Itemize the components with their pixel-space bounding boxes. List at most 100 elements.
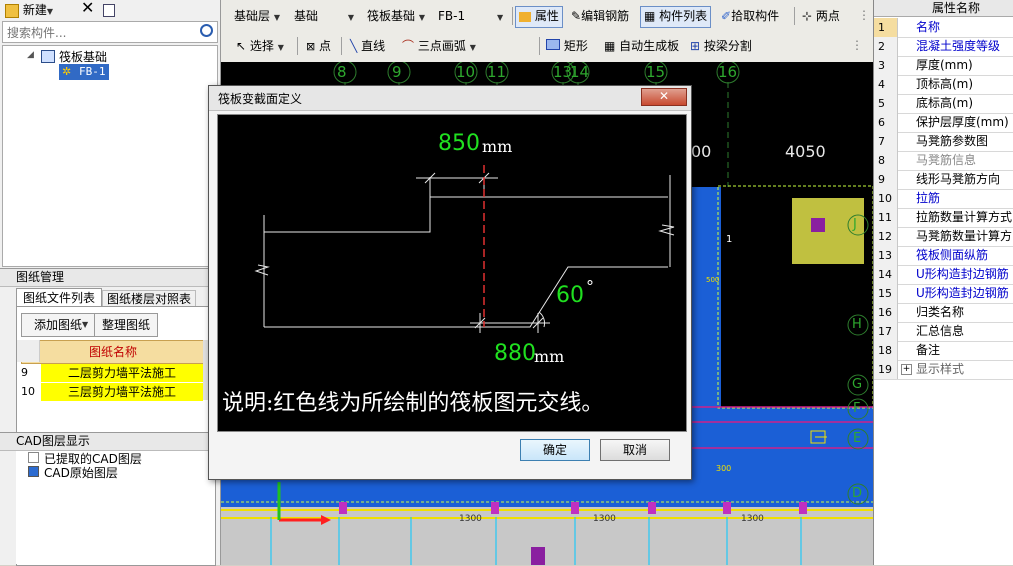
tree-root-label[interactable]: 筏板基础 [59,48,107,65]
row-number: 3 [874,56,898,75]
property-row[interactable]: 9 线形马凳筋方向 [874,170,1013,190]
new-button[interactable]: 新建▼ [2,0,56,20]
property-panel: 属性名称 1 名称 2 混凝土强度等级 3 厚度(mm) 4 顶标高(m) 5 底标高(m) 6 保护… [873,0,1013,565]
property-name: 归类名称 [916,305,965,319]
properties-button[interactable]: 属性 [515,6,563,28]
checkbox-icon[interactable] [28,452,39,463]
delete-icon[interactable]: ✕ [78,0,97,18]
search-icon[interactable] [200,24,213,37]
dialog-close-button[interactable]: ✕ [641,88,687,106]
tab-file-list[interactable]: 图纸文件列表 [16,288,102,307]
property-row[interactable]: 10 拉筋 [874,189,1013,209]
line-icon: ╲ [350,39,358,53]
bottom-marker [531,547,545,565]
property-row[interactable]: 12 马凳筋数量计算方 [874,227,1013,247]
dim-top-value: 850 [438,131,480,156]
pick-component-button[interactable]: ✐拾取构件 [718,6,782,26]
collapse-icon[interactable]: ◢ [27,50,34,60]
gear-icon: ✲ [62,65,72,78]
row-number: 10 [874,189,898,208]
pen-icon: ✎ [571,9,582,23]
select-button[interactable]: ↖ 选择 ▼ [233,36,287,56]
property-row[interactable]: 13 筏板侧面纵筋 [874,246,1013,266]
axis-label: E [853,431,862,446]
property-row[interactable]: 15 U形构造封边钢筋 [874,284,1013,304]
section-dialog: 筏板变截面定义 ✕ 850 mm 880 mm 60 ° 说明:红色线为所绘制的… [208,85,692,480]
drawing-manage-title: 图纸管理 ф × [0,268,234,287]
line-button[interactable]: ╲ 直线 [347,36,388,56]
row-number: 16 [874,303,898,322]
property-name: 马凳筋信息 [916,153,977,167]
property-row[interactable]: 14 U形构造封边钢筋 [874,265,1013,285]
ok-button[interactable]: 确定 [520,439,590,461]
two-point-button[interactable]: ⊹ 两点 [799,6,843,26]
edit-rebar-button[interactable]: ✎编辑钢筋 [568,6,632,26]
row-number: 1 [874,18,898,37]
property-name: 筏板侧面纵筋 [916,248,989,262]
row-number: 19 [874,360,898,379]
dimension-text: 4050 [785,142,826,161]
tree-item-fb1[interactable]: ✲ FB-1 [59,64,109,80]
toolbar-divider [512,7,513,25]
table-row[interactable]: 9 二层剪力墙平法施工 [17,364,203,382]
property-row[interactable]: 18 备注 [874,341,1013,361]
property-name: 顶标高(m) [916,77,974,91]
search-input[interactable] [5,23,194,43]
table-row[interactable]: 10 三层剪力墙平法施工 [17,383,203,401]
angle-value: 60 [556,283,584,308]
split-by-beam-button[interactable]: ⊞ 按梁分割 [687,36,755,56]
new-icon [5,3,19,18]
type-select[interactable]: 基础 ▼ [291,6,357,26]
dialog-titlebar[interactable]: 筏板变截面定义 ✕ [209,86,691,111]
slab-top-line [264,196,668,233]
more-icon[interactable]: ⋮ [851,38,863,52]
checkbox-icon[interactable] [28,466,39,477]
dimension-text: 500 [706,276,720,284]
component-list-button[interactable]: ▦ 构件列表 [640,6,712,28]
property-name: 线形马凳筋方向 [916,172,1001,186]
dialog-title: 筏板变截面定义 [218,92,303,106]
cancel-button[interactable]: 取消 [600,439,670,461]
expand-icon[interactable]: + [901,364,912,375]
property-row[interactable]: 7 马凳筋参数图 [874,132,1013,152]
chevron-down-icon[interactable]: ▼ [82,320,88,329]
property-row[interactable]: 19 显示样式 + [874,360,1013,380]
property-header: 属性名称 [874,0,1013,17]
foundation-band [221,507,873,565]
property-row[interactable]: 16 归类名称 [874,303,1013,323]
property-row[interactable]: 1 名称 [874,18,1013,38]
floor-select[interactable]: 基础层 ▼ [231,6,283,26]
auto-gen-button[interactable]: ▦ 自动生成板 [601,36,682,56]
dim-top-unit: mm [482,137,513,156]
point-button[interactable]: ⊠ 点 [303,36,334,56]
property-row[interactable]: 11 拉筋数量计算方式 [874,208,1013,228]
property-row[interactable]: 8 马凳筋信息 [874,151,1013,171]
grid-icon: ▦ [604,39,616,53]
arc-button[interactable]: ⌒ 三点画弧 ▼ [399,36,479,56]
row-number: 7 [874,132,898,151]
row-number: 5 [874,94,898,113]
property-row[interactable]: 4 顶标高(m) [874,75,1013,95]
property-row[interactable]: 2 混凝土强度等级 [874,37,1013,57]
axis-label: 9 [392,63,402,81]
rect-button[interactable]: 矩形 [543,36,591,56]
section-diagram [254,165,675,333]
property-row[interactable]: 5 底标高(m) [874,94,1013,114]
axis-label: H [852,317,862,332]
component-select[interactable]: FB-1 ▼ [435,6,506,26]
property-row[interactable]: 17 汇总信息 [874,322,1013,342]
property-row[interactable]: 3 厚度(mm) [874,56,1013,76]
more-icon[interactable]: ⋮ [858,8,870,22]
toolbar-divider [539,37,540,55]
dim-bottom-value: 880 [494,341,536,366]
property-row[interactable]: 6 保护层厚度(mm) [874,113,1013,133]
dialog-note: 说明:红色线为所绘制的筏板图元交线。 [222,391,604,416]
axis-icon: ⊹ [802,9,813,23]
organize-drawing-button[interactable]: 整理图纸 [94,313,158,337]
row-number: 8 [874,151,898,170]
tab-floor-map[interactable]: 图纸楼层对照表 [102,290,196,307]
copy-icon[interactable] [100,0,118,20]
drawing-name-header: 图纸名称 [21,340,205,364]
dimension-text: 1300 [593,514,616,524]
category-select[interactable]: 筏板基础 ▼ [364,6,428,26]
